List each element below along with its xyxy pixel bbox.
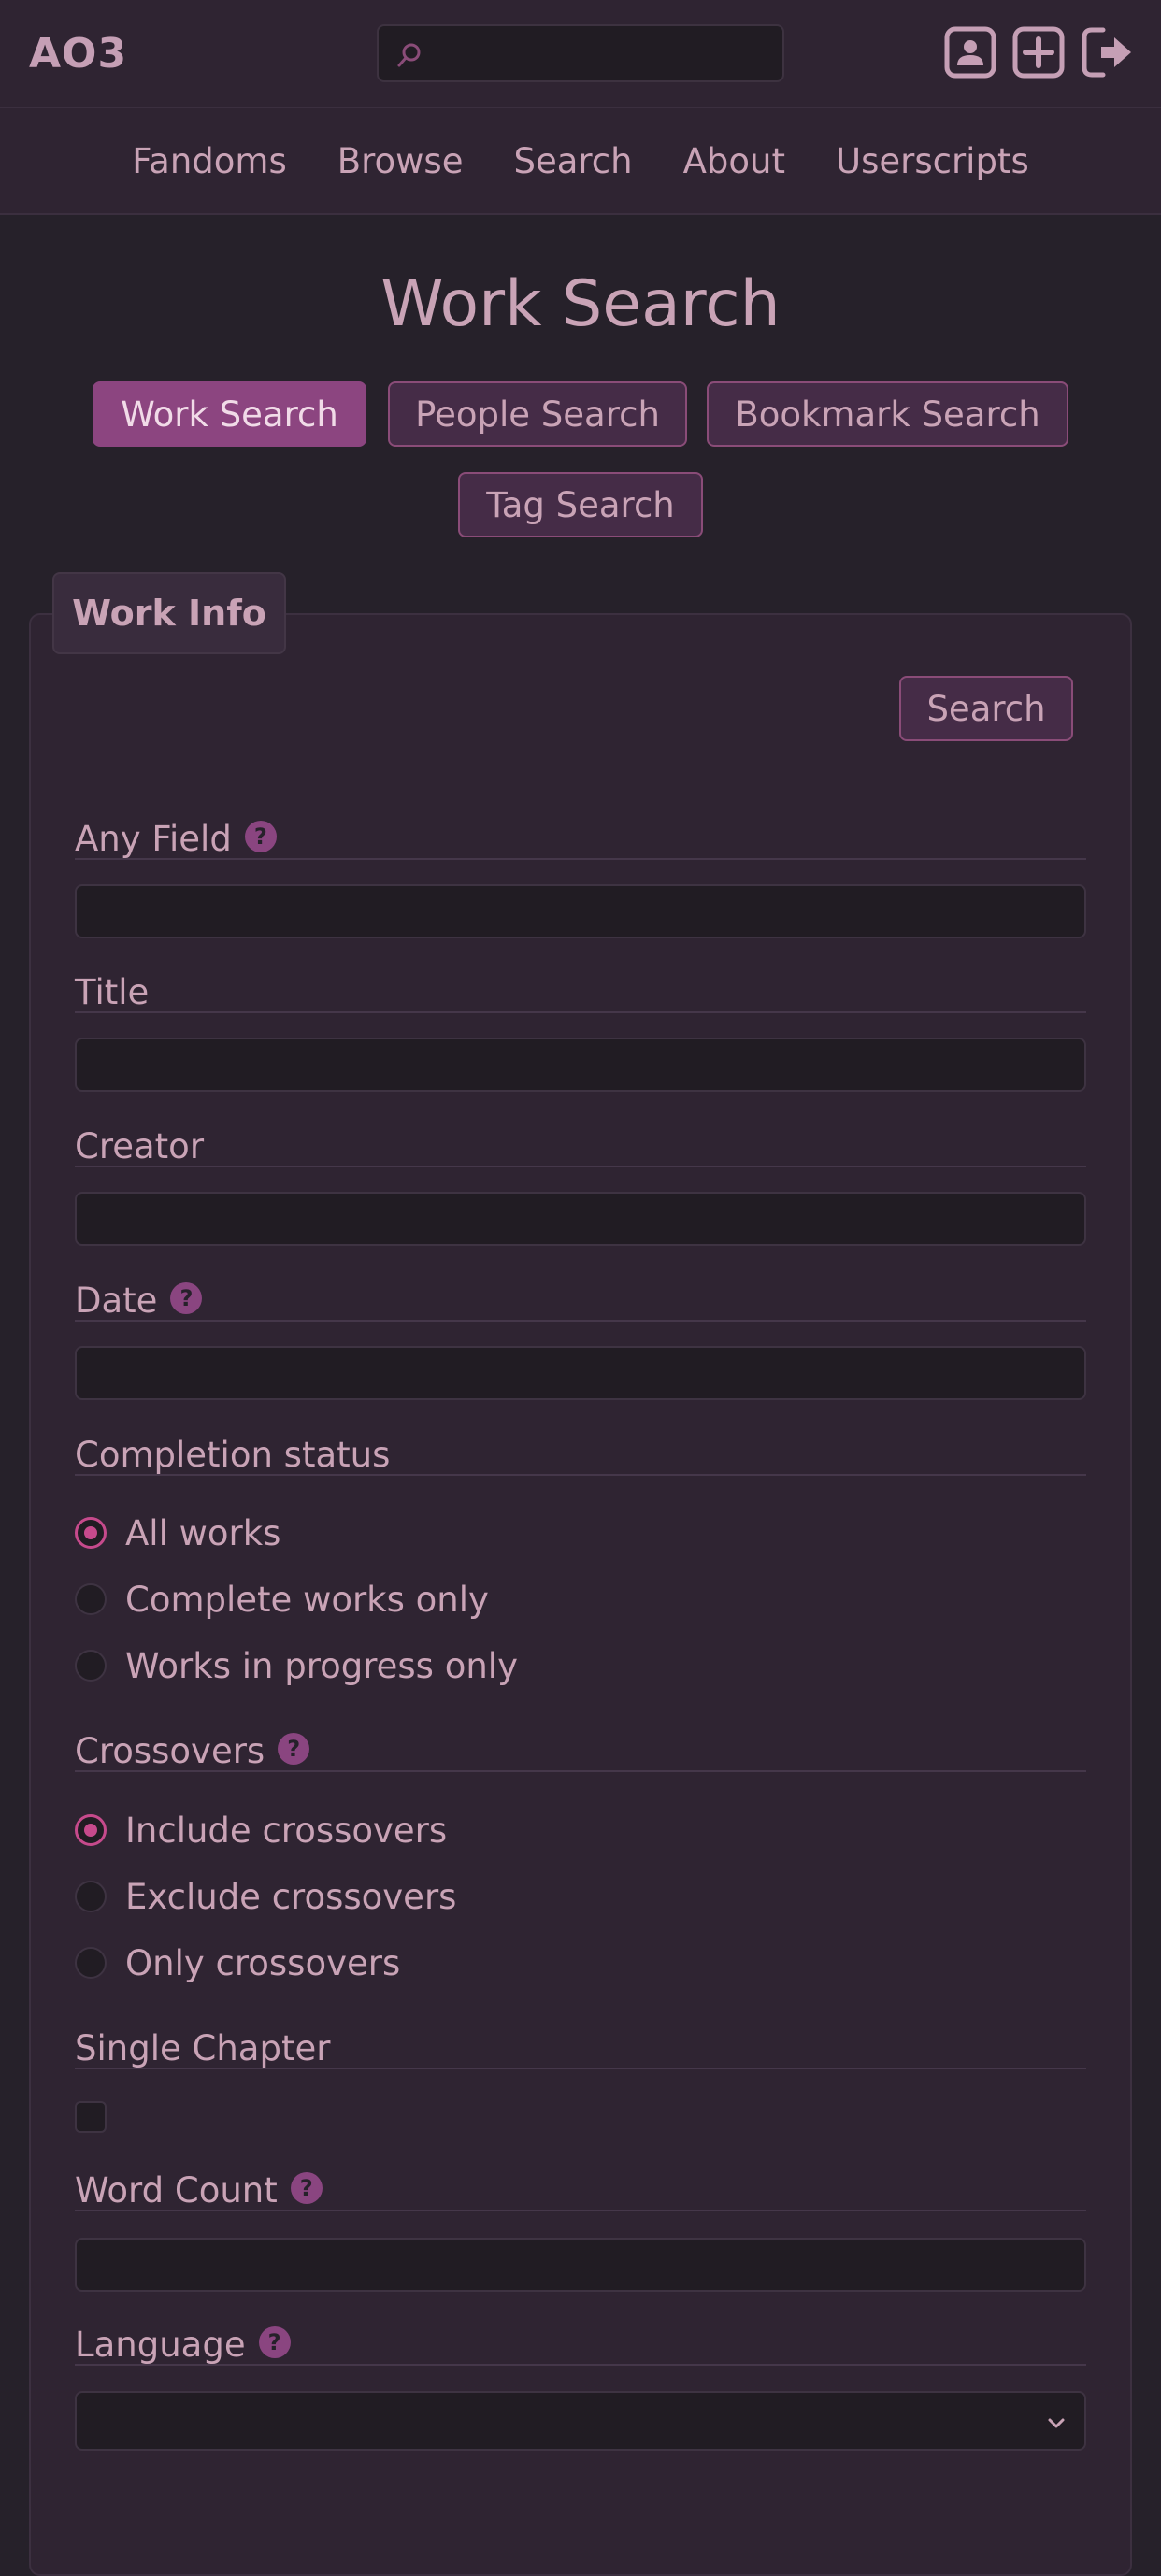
- logout-icon[interactable]: [1081, 26, 1133, 79]
- radio-label: Only crossovers: [125, 1942, 401, 1983]
- search-button[interactable]: Search: [899, 676, 1073, 741]
- nav-browse[interactable]: Browse: [337, 141, 464, 181]
- radio-include-crossovers[interactable]: Include crossovers: [75, 1810, 447, 1851]
- radio-button[interactable]: [75, 1583, 107, 1615]
- radio-button[interactable]: [75, 1517, 107, 1549]
- title-input[interactable]: [75, 1038, 1086, 1092]
- chevron-down-icon: [1048, 2418, 1065, 2428]
- completion-status-label: Completion status: [75, 1435, 1086, 1476]
- word-count-label: Word Count ?: [75, 2170, 1086, 2211]
- search-icon: [397, 43, 421, 67]
- title-label: Title: [75, 972, 1086, 1013]
- completion-status-label-text: Completion status: [75, 1435, 391, 1475]
- single-chapter-checkbox[interactable]: [75, 2101, 107, 2133]
- tab-people-search[interactable]: People Search: [388, 381, 687, 447]
- language-label: Language ?: [75, 2325, 1086, 2366]
- add-icon[interactable]: [1012, 26, 1065, 79]
- page-title: Work Search: [380, 267, 781, 341]
- radio-button[interactable]: [75, 1881, 107, 1912]
- tab-work-search[interactable]: Work Search: [93, 381, 366, 447]
- help-icon[interactable]: ?: [258, 2326, 291, 2358]
- radio-all-works[interactable]: All works: [75, 1512, 280, 1553]
- nav-about[interactable]: About: [683, 141, 785, 181]
- language-select[interactable]: [75, 2391, 1086, 2451]
- date-input[interactable]: [75, 1346, 1086, 1400]
- date-label-text: Date: [75, 1281, 158, 1321]
- work-info-legend: Work Info: [52, 572, 286, 654]
- single-chapter-label: Single Chapter: [75, 2028, 1086, 2069]
- radio-button[interactable]: [75, 1947, 107, 1979]
- radio-label: Works in progress only: [125, 1645, 518, 1686]
- any-field-input[interactable]: [75, 884, 1086, 938]
- radio-exclude-crossovers[interactable]: Exclude crossovers: [75, 1876, 456, 1917]
- title-label-text: Title: [75, 972, 150, 1012]
- date-label: Date ?: [75, 1281, 1086, 1322]
- radio-label: Complete works only: [125, 1579, 489, 1620]
- radio-label: Include crossovers: [125, 1810, 448, 1851]
- any-field-label: Any Field ?: [75, 819, 1086, 860]
- radio-label: Exclude crossovers: [125, 1876, 457, 1917]
- help-icon[interactable]: ?: [290, 2172, 322, 2204]
- radio-works-in-progress-only[interactable]: Works in progress only: [75, 1645, 518, 1686]
- language-label-text: Language: [75, 2325, 246, 2365]
- main-nav: Fandoms Browse Search About Userscripts: [0, 108, 1161, 215]
- user-icon[interactable]: [944, 26, 996, 79]
- top-bar: AO3: [0, 0, 1161, 108]
- creator-label-text: Creator: [75, 1126, 205, 1166]
- radio-button[interactable]: [75, 1814, 107, 1846]
- creator-label: Creator: [75, 1126, 1086, 1167]
- word-count-input[interactable]: [75, 2238, 1086, 2292]
- help-icon[interactable]: ?: [278, 1733, 310, 1765]
- creator-input[interactable]: [75, 1192, 1086, 1246]
- radio-label: All works: [125, 1512, 281, 1553]
- any-field-label-text: Any Field: [75, 819, 232, 859]
- help-icon[interactable]: ?: [170, 1282, 203, 1314]
- word-count-label-text: Word Count: [75, 2170, 278, 2211]
- nav-search[interactable]: Search: [513, 141, 632, 181]
- single-chapter-label-text: Single Chapter: [75, 2028, 331, 2068]
- nav-fandoms[interactable]: Fandoms: [132, 141, 286, 181]
- radio-complete-works-only[interactable]: Complete works only: [75, 1579, 489, 1620]
- site-logo[interactable]: AO3: [29, 30, 127, 78]
- radio-only-crossovers[interactable]: Only crossovers: [75, 1942, 400, 1983]
- crossovers-label: Crossovers ?: [75, 1731, 1086, 1772]
- header-search-input[interactable]: [377, 24, 784, 82]
- nav-userscripts[interactable]: Userscripts: [836, 141, 1029, 181]
- radio-button[interactable]: [75, 1650, 107, 1682]
- tab-bookmark-search[interactable]: Bookmark Search: [707, 381, 1068, 447]
- tab-tag-search[interactable]: Tag Search: [458, 472, 703, 537]
- crossovers-label-text: Crossovers: [75, 1731, 265, 1771]
- help-icon[interactable]: ?: [244, 821, 277, 852]
